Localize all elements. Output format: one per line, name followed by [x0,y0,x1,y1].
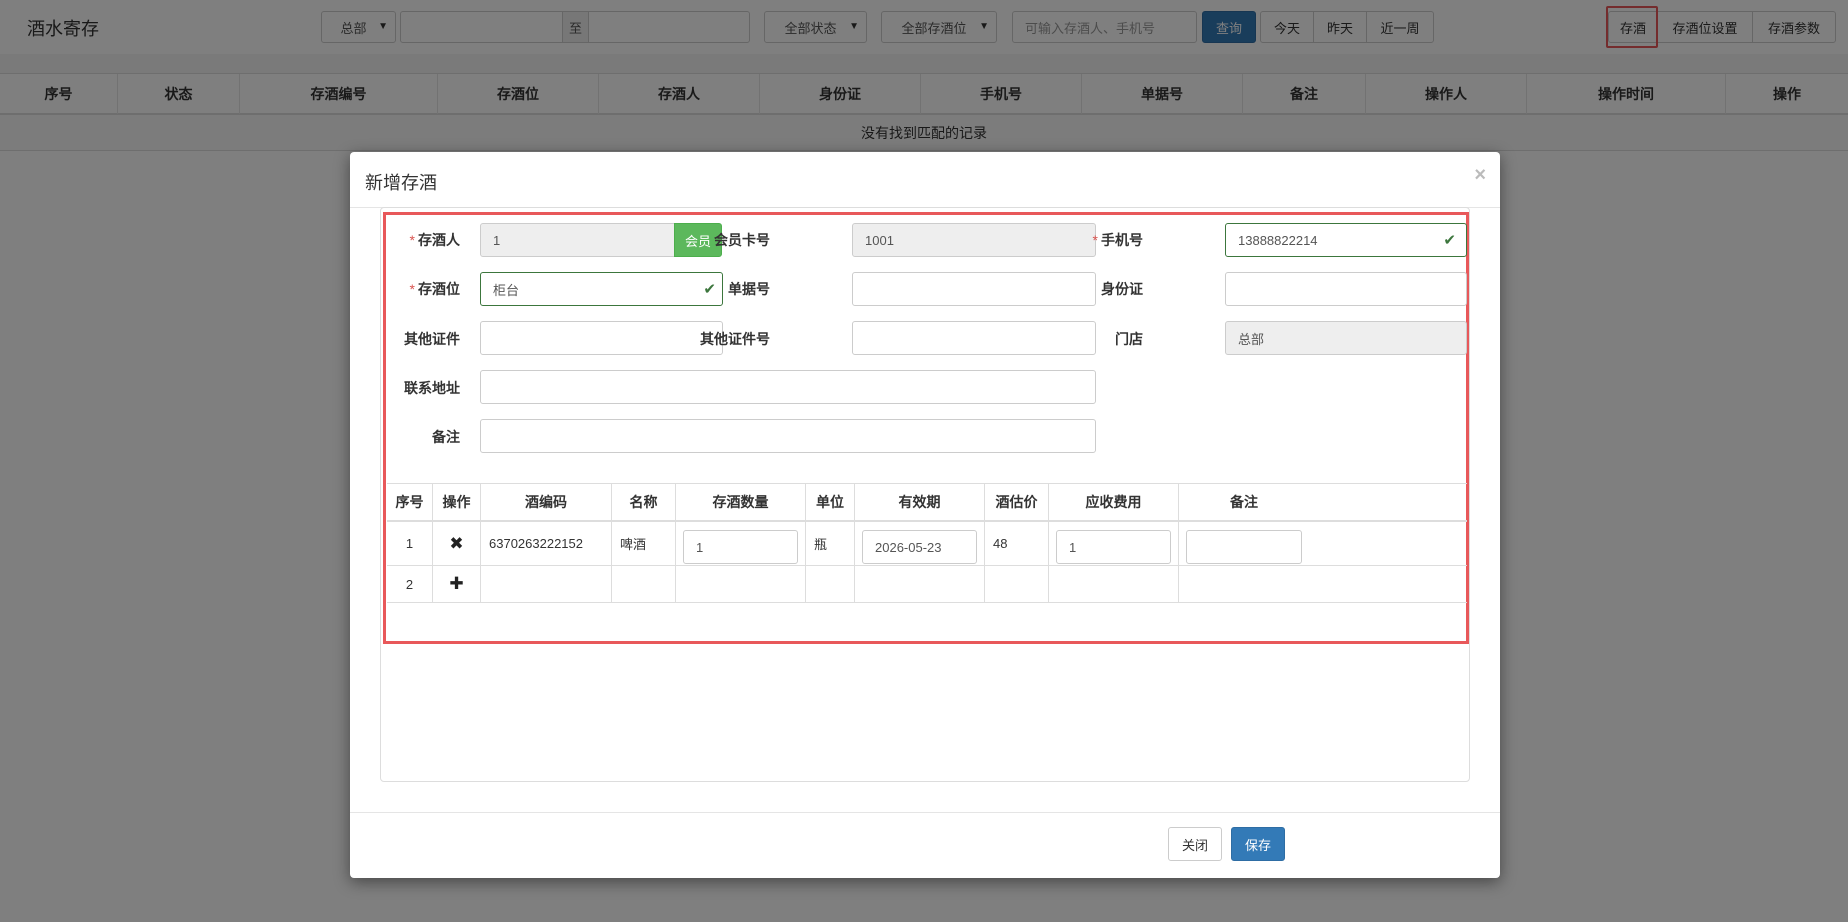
id-card-field[interactable] [1225,272,1467,306]
item-price: 48 [985,522,1049,565]
add-deposit-modal: 新增存酒 × * 存酒人 1 会员 会员卡号 1001 * 手机号 13888822… [350,152,1500,878]
column-header: 应收费用 [1049,484,1179,520]
expiry-input[interactable]: 2026-05-23 [862,530,977,564]
close-icon[interactable]: × [1474,164,1486,187]
required-mark: * [409,232,415,248]
fee-input[interactable]: 1 [1056,530,1171,564]
add-row-button[interactable]: ✚ [433,566,481,602]
column-header: 单位 [806,484,855,520]
remark-cell [1179,522,1309,565]
save-button[interactable]: 保存 [1231,827,1285,861]
remark-field[interactable] [480,419,1096,453]
phone-label-text: 手机号 [1101,232,1143,248]
check-icon: ✔ [1443,232,1456,249]
modal-footer: 关闭 保存 [350,812,1500,878]
store-field[interactable]: 总部 [1225,321,1467,355]
empty-cell [1049,566,1179,602]
other-id-no-label: 其他证件号 [700,331,770,347]
table-row: 1 ✖ 6370263222152 啤酒 1 瓶 2026-05-23 48 1 [387,522,1467,566]
item-unit: 瓶 [806,522,855,565]
phone-field[interactable]: 13888822214 ✔ [1225,223,1467,257]
required-mark: * [409,281,415,297]
other-id-label: 其他证件 [404,331,460,347]
row-number: 1 [387,522,433,565]
remove-icon[interactable]: ✖ [449,534,463,554]
depositor-label-text: 存酒人 [418,232,460,248]
depositor-label: * 存酒人 [350,230,460,250]
column-header: 存酒数量 [676,484,806,520]
store-label: 门店 [1115,331,1143,347]
empty-cell [806,566,855,602]
plus-icon[interactable]: ✚ [449,574,463,594]
empty-cell [1179,566,1309,602]
empty-cell [855,566,985,602]
empty-cell [676,566,806,602]
items-header-row: 序号 操作 酒编码 名称 存酒数量 单位 有效期 酒估价 应收费用 备注 [387,483,1467,522]
empty-cell [481,566,612,602]
item-remark-input[interactable] [1186,530,1302,564]
column-header: 酒估价 [985,484,1049,520]
column-header: 操作 [433,484,481,520]
column-header: 有效期 [855,484,985,520]
close-button[interactable]: 关闭 [1168,827,1222,861]
empty-cell [612,566,676,602]
depositor-field[interactable]: 1 [480,223,680,257]
column-header: 名称 [612,484,676,520]
location-value: 柜台 [493,282,520,298]
column-header: 序号 [387,484,433,520]
item-name: 啤酒 [612,522,676,565]
address-field[interactable] [480,370,1096,404]
phone-label: * 手机号 [1033,230,1143,250]
location-label-text: 存酒位 [418,281,460,297]
location-label: * 存酒位 [350,279,460,299]
modal-header: 新增存酒 × [350,152,1500,208]
empty-cell [985,566,1049,602]
expiry-cell: 2026-05-23 [855,522,985,565]
item-code: 6370263222152 [481,522,612,565]
modal-title: 新增存酒 [365,173,437,193]
remark-label: 备注 [432,429,460,445]
remove-row-button[interactable]: ✖ [433,522,481,565]
phone-value: 13888822214 [1238,232,1318,248]
receipt-label: 单据号 [728,281,770,297]
column-header: 酒编码 [481,484,612,520]
fee-cell: 1 [1049,522,1179,565]
qty-input[interactable]: 1 [683,530,798,564]
column-header: 备注 [1230,494,1258,510]
qty-cell: 1 [676,522,806,565]
id-card-label: 身份证 [1101,281,1143,297]
required-mark: * [1092,232,1098,248]
row-number: 2 [387,566,433,602]
card-label: 会员卡号 [714,232,770,248]
address-label: 联系地址 [404,380,460,396]
table-row: 2 ✚ [387,566,1467,603]
